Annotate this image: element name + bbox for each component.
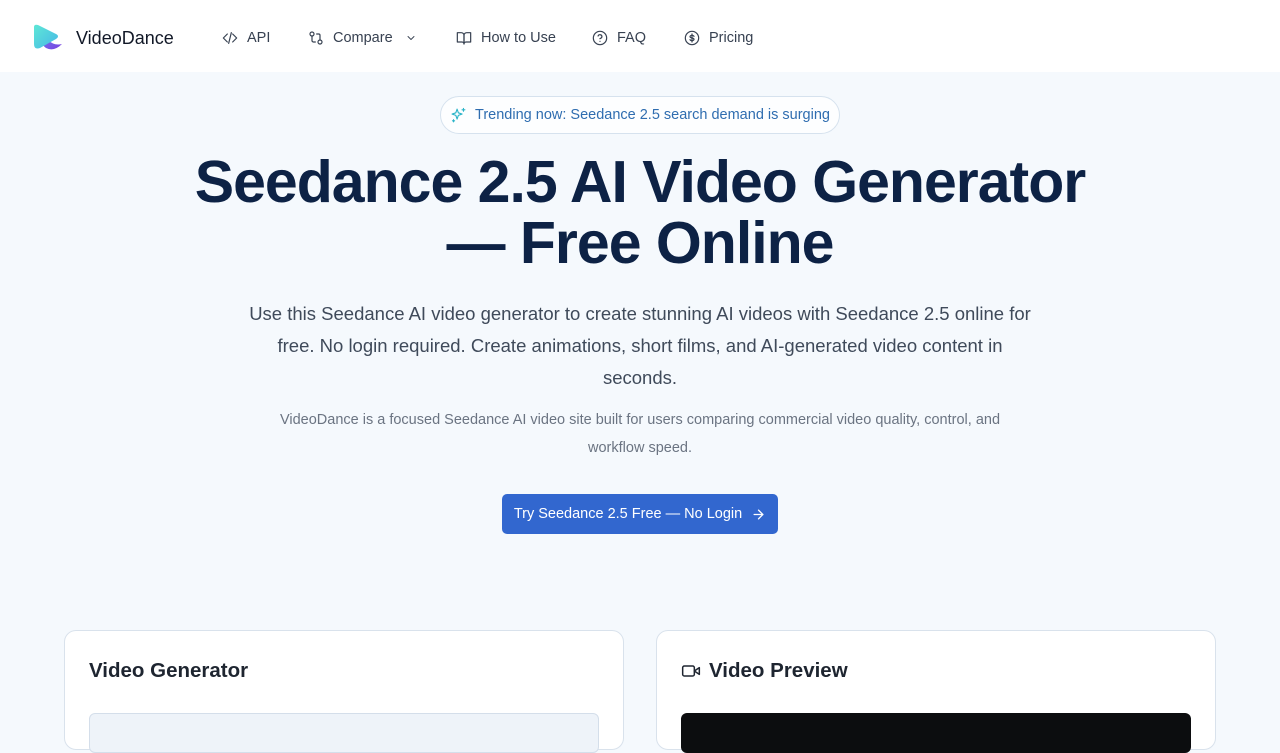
nav-api[interactable]: API (222, 28, 270, 48)
hero-title-line2: — Free Online (446, 210, 835, 276)
hero-note: VideoDance is a focused Seedance AI vide… (279, 412, 1001, 456)
nav-how-to-use[interactable]: How to Use (456, 28, 556, 48)
try-free-button[interactable]: Try Seedance 2.5 Free — No Login (502, 494, 778, 534)
sparkles-icon (451, 107, 466, 122)
nav-pricing[interactable]: Pricing (684, 28, 753, 48)
video-preview-title-text: Video Preview (709, 659, 848, 682)
video-generator-title-text: Video Generator (89, 659, 249, 682)
video-preview-player[interactable] (681, 713, 1191, 753)
generator-tabs[interactable] (89, 713, 599, 753)
dollar-circle-icon (684, 30, 700, 46)
nav-compare-label: Compare (333, 30, 393, 46)
nav-faq-label: FAQ (617, 30, 647, 46)
nav-api-label: API (247, 30, 271, 46)
video-preview-title: Video Preview (681, 659, 848, 683)
code-icon (222, 32, 238, 44)
hero-title: Seedance 2.5 AI Video Generator — Free O… (140, 152, 1140, 274)
help-circle-icon (592, 30, 608, 46)
nav-how-to-use-label: How to Use (481, 30, 556, 46)
hero-subtitle: Use this Seedance AI video generator to … (249, 303, 1031, 388)
brand-name: VideoDance (76, 27, 174, 48)
video-generator-panel: Video Generator (64, 630, 624, 753)
brand-logo[interactable]: VideoDance (32, 22, 174, 54)
video-camera-icon (681, 665, 701, 677)
book-icon (456, 32, 472, 45)
hero-title-line1: Seedance 2.5 AI Video Generator (194, 149, 1086, 215)
trending-badge-text: Trending now: Seedance 2.5 search demand… (475, 107, 830, 123)
compare-icon (309, 31, 323, 45)
top-navbar: VideoDance API Compare How to Use FAQ Pr… (0, 0, 1280, 72)
trending-badge[interactable]: Trending now: Seedance 2.5 search demand… (440, 96, 840, 134)
try-free-button-label: Try Seedance 2.5 Free — No Login (513, 506, 743, 522)
logo-icon (34, 24, 62, 50)
nav-pricing-label: Pricing (709, 30, 754, 46)
arrow-right-icon (753, 509, 764, 519)
nav-compare-dropdown[interactable]: Compare (308, 28, 417, 48)
nav-faq[interactable]: FAQ (592, 28, 646, 48)
video-generator-title: Video Generator (89, 659, 248, 683)
chevron-down-icon (407, 36, 415, 40)
video-preview-panel: Video Preview (656, 630, 1216, 753)
